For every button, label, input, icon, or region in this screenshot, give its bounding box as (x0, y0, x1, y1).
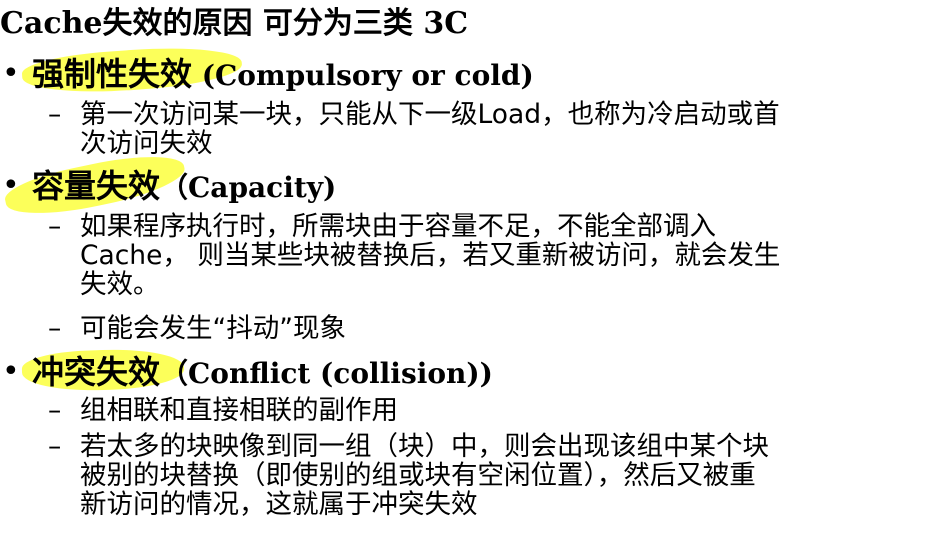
dash-marker: – (48, 99, 62, 130)
sub-item-text: 组相联和直接相联的副作用 (80, 395, 398, 426)
dash-marker: – (48, 211, 62, 242)
bullet-dot: • (2, 168, 20, 203)
heading-compulsory-en: (Compulsory or cold) (192, 59, 534, 92)
heading-conflict-en: （Conflict (collision)) (160, 357, 493, 390)
heading-capacity-en: （Capacity) (160, 171, 337, 204)
sub-item-text: 若太多的块映像到同一组（块）中，则会出现该组中某个块 被别的块替换（即使别的组或… (80, 431, 769, 520)
bullet-dot: • (2, 56, 20, 91)
slide-title: Cache失效的原因 可分为三类 3C (0, 6, 469, 41)
sub-item-text: 可能会发生“抖动”现象 (80, 313, 346, 344)
heading-conflict-cn: 冲突失效 (32, 353, 161, 391)
heading-compulsory-cn: 强制性失效 (32, 55, 193, 93)
slide: Cache失效的原因 可分为三类 3C • 强制性失效 (Compulsory … (0, 0, 929, 539)
dash-marker: – (48, 431, 62, 462)
bullet-dot: • (2, 354, 20, 389)
dash-marker: – (48, 395, 62, 426)
sub-item-text: 第一次访问某一块，只能从下一级Load，也称为冷启动或首 次访问失效 (80, 99, 780, 159)
heading-capacity-cn: 容量失效 (32, 167, 161, 205)
sub-item-text: 如果程序执行时，所需块由于容量不足，不能全部调入 Cache， 则当某些块被替换… (80, 211, 781, 300)
dash-marker: – (48, 313, 62, 344)
